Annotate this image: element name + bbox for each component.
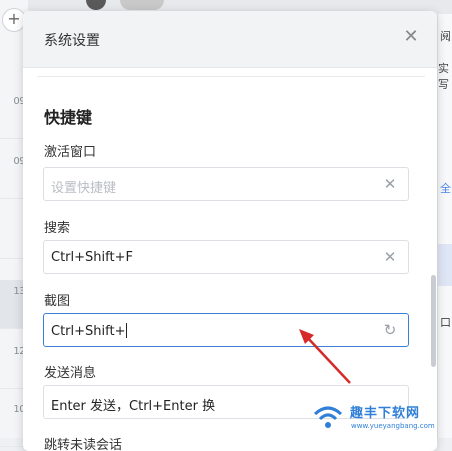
watermark: 趣丰下软网 www.yueyangbang.com (303, 398, 452, 438)
wifi-logo-icon (313, 406, 343, 428)
watermark-name: 趣丰下软网 (350, 406, 421, 421)
watermark-url: www.yueyangbang.com (351, 422, 435, 430)
annotation-arrow (299, 329, 351, 384)
